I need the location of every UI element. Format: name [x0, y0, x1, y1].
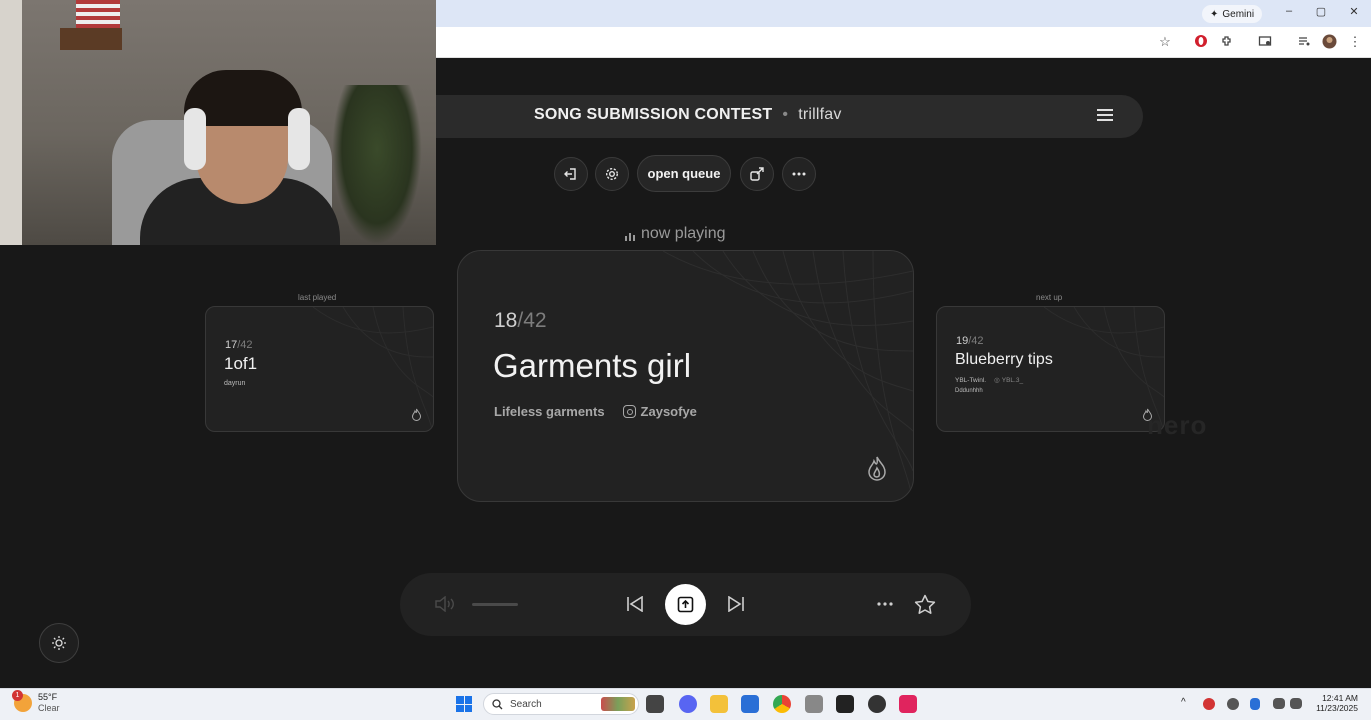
- skip-back-icon: [627, 595, 643, 613]
- track-position: 19/42: [956, 335, 984, 347]
- instagram-link[interactable]: Zaysofye: [622, 404, 697, 419]
- sun-icon: [52, 636, 66, 650]
- exit-button[interactable]: [554, 157, 588, 191]
- flame-icon[interactable]: [866, 455, 888, 486]
- microphone-icon[interactable]: [1250, 698, 1260, 710]
- clock[interactable]: 12:41 AM 11/23/2025: [1310, 693, 1358, 713]
- artist-name: Lifeless garments: [494, 404, 605, 419]
- network-icon[interactable]: [1273, 698, 1285, 709]
- tray-chevron-icon[interactable]: ^: [1181, 697, 1186, 708]
- host-username: trillfav: [798, 106, 842, 123]
- open-queue-button[interactable]: open queue: [637, 155, 731, 192]
- next-up-card[interactable]: 19/42 Blueberry tips YBL-Twinl. ◎ YBL.3_ …: [936, 306, 1165, 432]
- instagram-link[interactable]: ◎ YBL.3_: [994, 376, 1023, 385]
- submit-song-button[interactable]: [665, 584, 706, 625]
- flag-image: [76, 0, 120, 28]
- tiktok-icon[interactable]: [899, 695, 917, 713]
- file-explorer-icon[interactable]: [710, 695, 728, 713]
- exit-icon: [564, 168, 576, 180]
- instagram-icon: [622, 405, 636, 418]
- media-queue-icon[interactable]: [1296, 34, 1312, 50]
- previous-track-button[interactable]: [626, 595, 644, 617]
- settings-button[interactable]: [595, 157, 629, 191]
- flame-icon[interactable]: [411, 408, 422, 426]
- track-meta: Lifeless garments Zaysofye: [494, 404, 697, 419]
- maximize-button[interactable]: ▢: [1312, 5, 1330, 18]
- taskbar-search[interactable]: Search: [483, 693, 639, 715]
- minimize-button[interactable]: –: [1280, 5, 1298, 17]
- track-meta: YBL-Twinl. ◎ YBL.3_: [955, 376, 1023, 385]
- game-app-icon[interactable]: [805, 695, 823, 713]
- volume-slider[interactable]: [472, 603, 518, 606]
- track-position: 18/42: [494, 309, 547, 332]
- equalizer-icon: [625, 230, 635, 241]
- nero-watermark: nero: [1147, 410, 1208, 440]
- submitter-name: Dddunhhh: [955, 388, 983, 394]
- gear-icon: [605, 167, 619, 181]
- opera-icon[interactable]: [1193, 34, 1209, 50]
- share-button[interactable]: [740, 157, 774, 191]
- track-title: 1of1: [224, 354, 258, 373]
- track-position: 17/42: [225, 339, 253, 351]
- search-icon: [492, 698, 503, 709]
- discord-icon[interactable]: [679, 695, 697, 713]
- speaker-icon[interactable]: [1290, 698, 1302, 709]
- obs-icon[interactable]: [868, 695, 886, 713]
- store-icon[interactable]: [741, 695, 759, 713]
- track-title: Garments girl: [493, 347, 692, 384]
- next-track-button[interactable]: [727, 595, 745, 617]
- weather-icon: 1: [12, 690, 32, 712]
- webcam-overlay: [0, 0, 436, 245]
- favorite-button[interactable]: [914, 594, 936, 620]
- plant-image: [332, 85, 422, 245]
- more-options-button[interactable]: [782, 157, 816, 191]
- profile-avatar[interactable]: [1321, 34, 1337, 50]
- hamburger-menu-icon[interactable]: [1097, 109, 1113, 123]
- track-title: Blueberry tips: [955, 351, 1053, 368]
- extensions-icon[interactable]: [1219, 34, 1235, 50]
- now-playing-label: now playing: [625, 225, 726, 243]
- epic-games-icon[interactable]: [836, 695, 854, 713]
- volume-icon[interactable]: [434, 595, 456, 616]
- artist-name: YBL-Twinl.: [955, 376, 987, 384]
- skip-forward-icon: [728, 595, 744, 613]
- chrome-icon[interactable]: [773, 695, 791, 713]
- player-more-button[interactable]: [876, 597, 894, 616]
- sparkle-icon: ✦: [1210, 8, 1219, 20]
- now-playing-card: 18/42 Garments girl Lifeless garments Za…: [457, 250, 914, 502]
- last-played-card[interactable]: 17/42 1of1 dayrun: [205, 306, 434, 432]
- instagram-icon: ◎: [994, 377, 1000, 384]
- more-icon: [877, 602, 893, 606]
- more-icon: [792, 172, 806, 176]
- page-title: SONG SUBMISSION CONTEST • trillfav: [534, 106, 842, 123]
- search-highlight-image: [601, 697, 635, 711]
- theme-toggle-button[interactable]: [39, 623, 79, 663]
- tray-app-icon[interactable]: [1203, 698, 1215, 710]
- browser-menu-icon[interactable]: ⋮: [1347, 34, 1363, 50]
- star-icon: [914, 594, 936, 614]
- screen: ✦ Gemini – ▢ ✕ ☆ ⋮ SONG SUBMISSION CONTE…: [0, 0, 1371, 720]
- cast-icon[interactable]: [1257, 34, 1273, 50]
- weather-widget[interactable]: 1 55°F Clear: [12, 690, 60, 714]
- task-view-icon[interactable]: [646, 695, 664, 713]
- upload-icon: [677, 596, 694, 613]
- close-window-button[interactable]: ✕: [1345, 5, 1363, 18]
- tray-sync-icon[interactable]: [1227, 698, 1239, 710]
- share-icon: [750, 167, 764, 181]
- next-up-label: next up: [1036, 293, 1063, 302]
- submitter-name: dayrun: [224, 380, 246, 387]
- gemini-button[interactable]: ✦ Gemini: [1202, 5, 1263, 23]
- last-played-label: last played: [298, 293, 337, 302]
- bookmark-star-icon[interactable]: ☆: [1157, 34, 1173, 50]
- start-button[interactable]: [456, 696, 472, 712]
